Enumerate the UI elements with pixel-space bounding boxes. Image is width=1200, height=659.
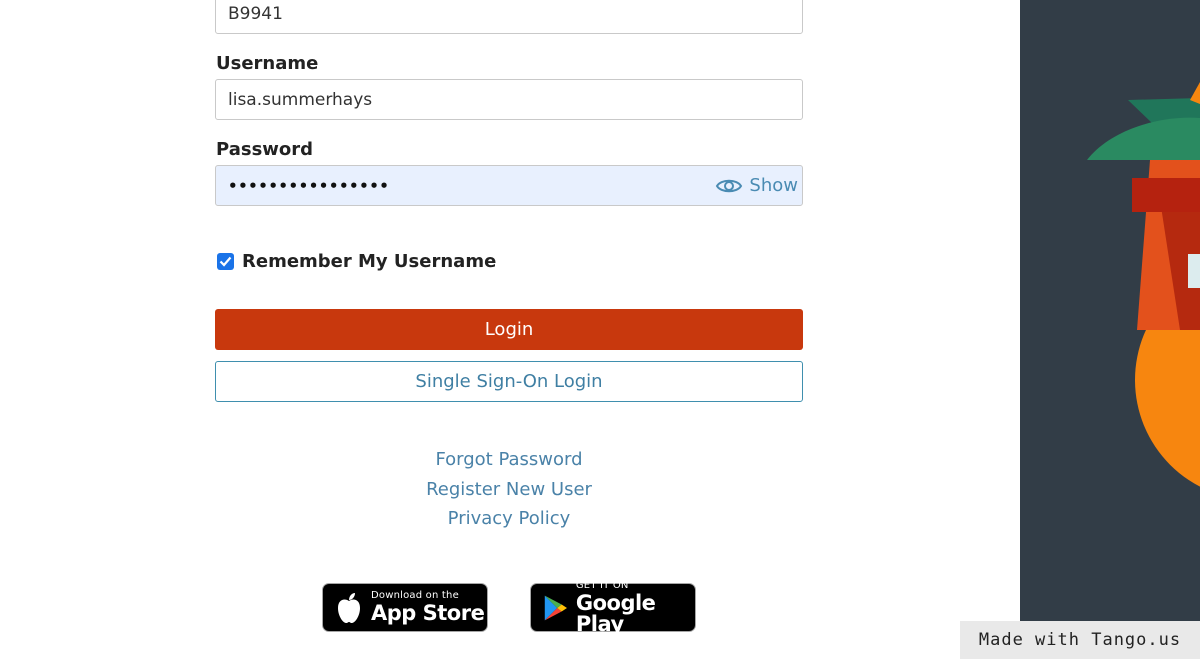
google-play-badge[interactable]: GET IT ON Google Play: [530, 579, 696, 636]
password-label: Password: [216, 139, 314, 160]
password-value: ••••••••••••••••: [228, 176, 390, 195]
app-store-big-text: App Store: [371, 601, 485, 625]
eye-icon: [716, 179, 743, 192]
username-label: Username: [216, 53, 319, 74]
company-id-value: B9941: [228, 4, 283, 24]
brand-illustration-panel: [1020, 0, 1200, 659]
check-icon: [219, 256, 232, 267]
company-id-input[interactable]: B9941: [215, 0, 803, 34]
show-password-label: Show: [749, 175, 798, 196]
remember-username-label: Remember My Username: [242, 251, 497, 272]
show-password-toggle[interactable]: Show: [715, 175, 798, 196]
tango-watermark: Made with Tango.us: [960, 621, 1200, 659]
app-store-small-text: Download on the: [371, 590, 459, 601]
google-play-icon: [544, 595, 567, 620]
username-value: lisa.summerhays: [228, 89, 373, 110]
remember-username-checkbox[interactable]: [217, 253, 234, 270]
privacy-policy-link[interactable]: Privacy Policy: [215, 504, 803, 534]
app-store-badge[interactable]: Download on the App Store: [322, 583, 488, 632]
brand-illustration: [1087, 82, 1200, 487]
apple-icon: [338, 592, 360, 623]
remember-username-row: Remember My Username: [217, 251, 496, 272]
google-play-big-text: Google Play: [575, 590, 656, 636]
username-input[interactable]: lisa.summerhays: [215, 79, 803, 120]
login-button[interactable]: Login: [215, 309, 803, 350]
forgot-password-link[interactable]: Forgot Password: [215, 445, 803, 475]
password-input[interactable]: •••••••••••••••• Show: [215, 165, 803, 206]
google-play-small-text: GET IT ON: [575, 579, 629, 591]
auth-links: Forgot Password Register New User Privac…: [215, 445, 803, 534]
register-new-user-link[interactable]: Register New User: [215, 475, 803, 505]
sso-login-button[interactable]: Single Sign-On Login: [215, 361, 803, 402]
